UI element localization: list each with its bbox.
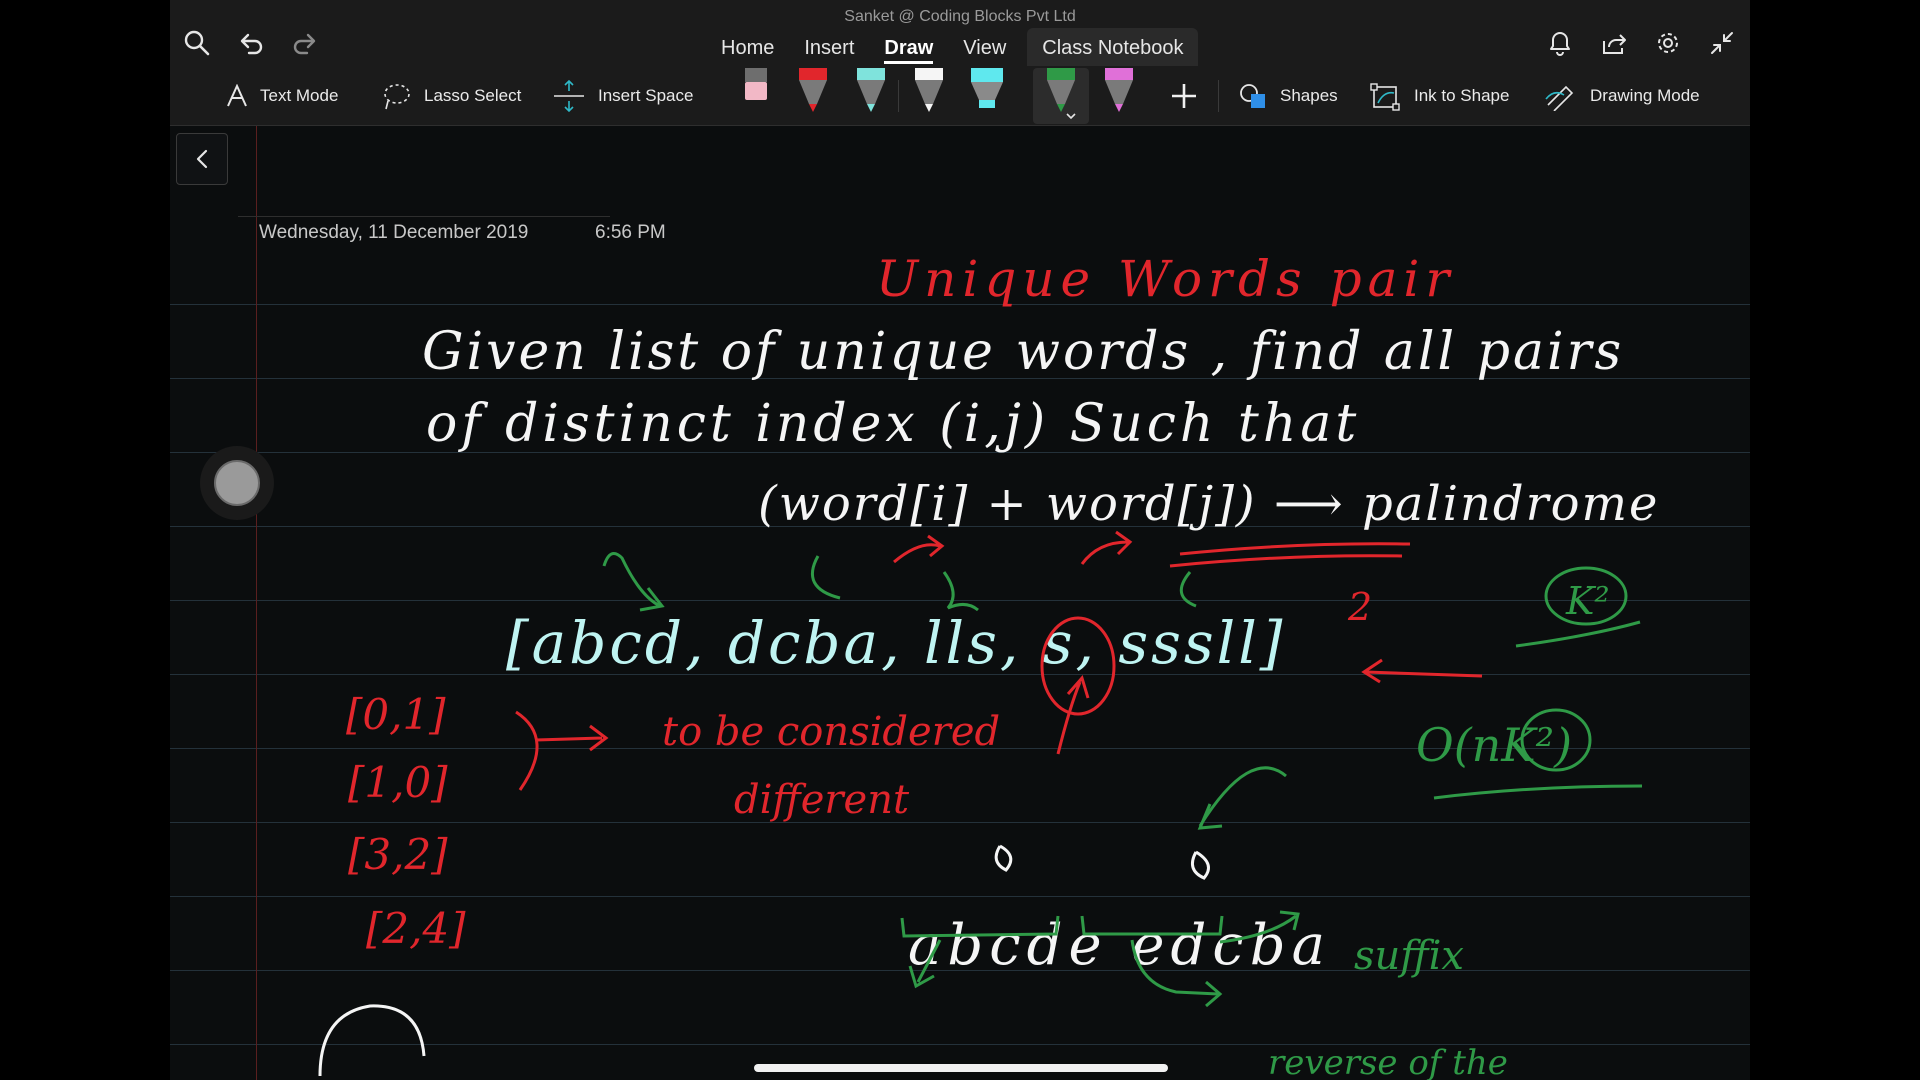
drawing-mode-label: Drawing Mode [1590, 86, 1700, 105]
title-bar: Sanket @ Coding Blocks Pvt Ltd Home Inse… [170, 0, 1750, 66]
tab-draw[interactable]: Draw [869, 28, 948, 66]
pink-pen-icon[interactable] [1099, 66, 1139, 122]
green-underline-stroke [1515, 620, 1641, 648]
plus-icon [1172, 84, 1196, 108]
share-icon[interactable] [1597, 26, 1631, 60]
search-icon[interactable] [180, 26, 214, 60]
text-mode-icon [227, 84, 247, 107]
red-arrow-stroke [1361, 658, 1483, 684]
red-brace-stroke [515, 710, 539, 791]
ink-to-shape-icon [1370, 83, 1400, 111]
insert-space-button[interactable]: Insert Space [552, 66, 693, 126]
tab-class-notebook[interactable]: Class Notebook [1027, 28, 1199, 66]
white-mark-stroke [1190, 850, 1210, 880]
green-bracket-stroke [1080, 915, 1224, 936]
onenote-window: Sanket @ Coding Blocks Pvt Ltd Home Inse… [170, 0, 1750, 1080]
red-arrow-stroke [1080, 530, 1133, 565]
lasso-select-button[interactable]: Lasso Select [382, 66, 521, 126]
add-pen-button[interactable] [1170, 66, 1210, 126]
tab-view[interactable]: View [948, 28, 1021, 66]
shapes-label: Shapes [1280, 86, 1338, 105]
text-mode-button[interactable]: Text Mode [226, 66, 338, 126]
draw-ribbon: Text Mode Lasso Select Insert Space Shap… [170, 66, 1750, 126]
ribbon-divider [1218, 80, 1219, 112]
green-arrow-stroke [1130, 939, 1223, 1008]
tab-home[interactable]: Home [706, 28, 789, 66]
drawing-mode-icon [1545, 85, 1574, 111]
ink-to-shape-button[interactable]: Ink to Shape [1368, 66, 1509, 126]
home-indicator [754, 1064, 1168, 1072]
bell-icon[interactable] [1543, 26, 1577, 60]
teal-pen-icon[interactable] [851, 66, 891, 122]
tab-view-label: View [963, 37, 1007, 59]
white-mark-stroke [994, 844, 1013, 872]
text-mode-label: Text Mode [260, 86, 339, 105]
green-arrow-stroke [942, 571, 979, 612]
green-circle-stroke [1544, 566, 1628, 626]
white-pen-icon[interactable] [909, 66, 949, 122]
insert-space-label: Insert Space [598, 86, 694, 105]
tab-insert[interactable]: Insert [789, 28, 869, 66]
eraser-icon[interactable] [736, 66, 776, 122]
ink-to-shape-label: Ink to Shape [1414, 86, 1510, 105]
app-title: Sanket @ Coding Blocks Pvt Ltd [844, 8, 1076, 25]
green-arrow-stroke [1197, 766, 1287, 830]
note-canvas[interactable]: Wednesday, 11 December 2019 6:56 PM Uniq… [170, 126, 1750, 1080]
green-arrow-stroke [1219, 910, 1300, 944]
undo-icon[interactable] [234, 26, 268, 60]
cyan-highlighter-icon[interactable] [967, 66, 1007, 122]
tab-insert-label: Insert [804, 37, 855, 59]
red-arrow-stroke [893, 534, 945, 564]
red-arrow-stroke [535, 724, 609, 752]
red-arrow-stroke [1056, 674, 1090, 755]
tab-class-notebook-label: Class Notebook [1042, 37, 1184, 59]
red-underline-stroke [1179, 542, 1411, 556]
red-pen-icon[interactable] [793, 66, 833, 122]
green-circle-stroke [1520, 708, 1592, 772]
ink-strokes [318, 530, 1643, 1077]
green-bracket-stroke [900, 915, 1060, 938]
green-pen-icon[interactable] [1041, 66, 1081, 122]
shapes-button[interactable]: Shapes [1238, 66, 1338, 126]
tab-home-label: Home [721, 37, 775, 59]
tab-draw-label: Draw [884, 37, 934, 64]
green-arrow-stroke [810, 555, 841, 600]
lasso-select-label: Lasso Select [424, 86, 522, 105]
white-partial-stroke [318, 1004, 426, 1077]
green-arrow-stroke [602, 552, 665, 612]
insert-space-icon [554, 79, 584, 113]
drawing-mode-button[interactable]: Drawing Mode [1544, 66, 1700, 126]
shapes-icon [1240, 84, 1265, 108]
collapse-icon[interactable] [1705, 26, 1739, 60]
green-mark-stroke [1179, 571, 1197, 608]
green-underline-stroke [1433, 784, 1643, 800]
ribbon-divider [898, 80, 899, 112]
ribbon-tabs: Home Insert Draw View Class Notebook [706, 28, 1199, 66]
red-underline-stroke [1169, 554, 1403, 568]
green-arrow-stroke [908, 939, 942, 989]
lasso-icon [384, 84, 410, 110]
redo-icon[interactable] [288, 26, 322, 60]
gear-icon[interactable] [1651, 26, 1685, 60]
red-circle-stroke [1040, 616, 1116, 716]
